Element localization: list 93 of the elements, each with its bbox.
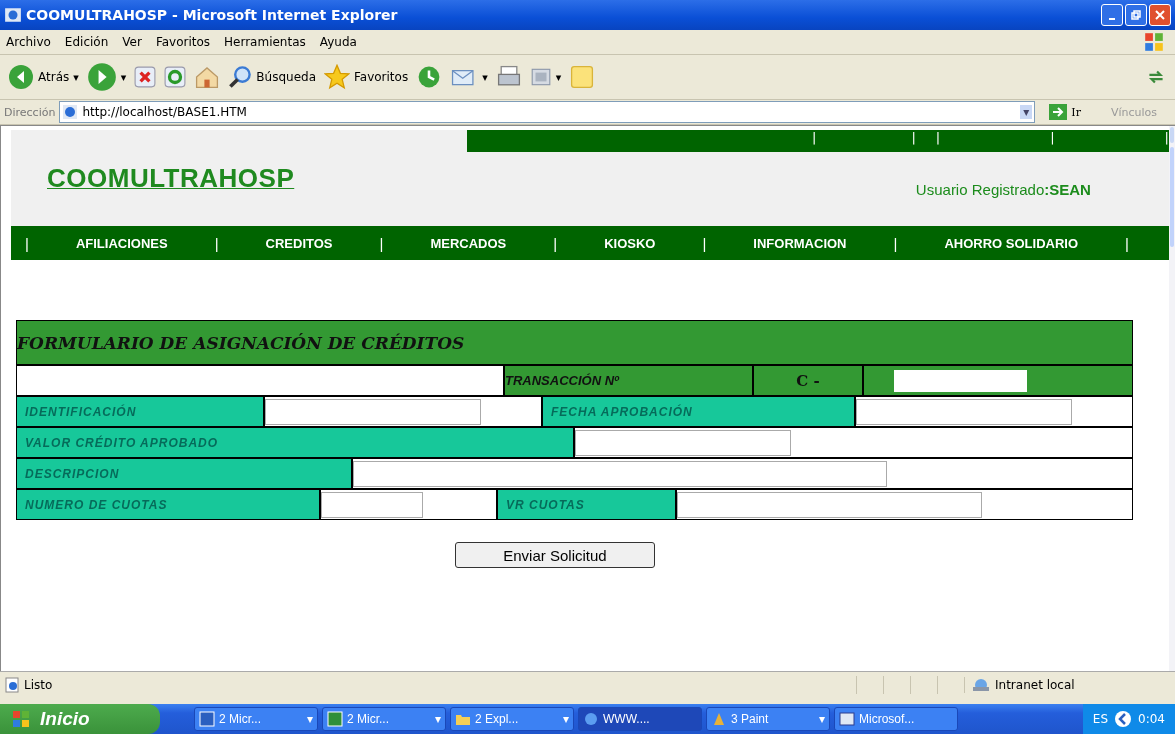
- restore-button[interactable]: [1125, 4, 1147, 26]
- separator-text: |: [812, 130, 817, 147]
- menu-item[interactable]: Ayuda: [319, 35, 357, 49]
- minimize-button[interactable]: [1101, 4, 1123, 26]
- nav-link[interactable]: MERCADOS: [430, 235, 507, 251]
- search-icon: [228, 65, 253, 89]
- input-field[interactable]: [575, 429, 791, 456]
- app-icon: [583, 711, 599, 727]
- nav-link[interactable]: CREDITOS: [265, 235, 333, 251]
- input-field[interactable]: [265, 398, 481, 425]
- input-field[interactable]: [677, 491, 982, 518]
- menu-item[interactable]: Archivo: [6, 35, 51, 49]
- taskbar-button[interactable]: 3 Paint ▾: [706, 707, 830, 731]
- nav-separator: |: [553, 234, 558, 252]
- menu-item[interactable]: Edición: [64, 35, 109, 49]
- language-indicator[interactable]: ES: [1092, 712, 1109, 726]
- restore-icon: [1131, 10, 1141, 20]
- taskbar-button[interactable]: 2 Micr... ▾: [194, 707, 318, 731]
- nav-link[interactable]: AFILIACIONES: [75, 235, 168, 251]
- user-name: SEAN: [1049, 180, 1091, 198]
- transaction-input[interactable]: [894, 369, 1027, 392]
- back-button[interactable]: Atrás: [8, 64, 70, 90]
- page-icon: [62, 104, 79, 120]
- taskbar-button[interactable]: Microsof...: [834, 707, 958, 731]
- input-field[interactable]: [321, 491, 423, 518]
- forward-icon[interactable]: [86, 62, 117, 92]
- address-label: Dirección: [4, 105, 56, 119]
- input-field[interactable]: [856, 398, 1072, 425]
- browser-icon: [4, 6, 22, 24]
- field-label: DESCRIPCION: [17, 459, 351, 488]
- nav-separator: |: [702, 234, 707, 252]
- dropdown-button[interactable]: ▾: [1020, 105, 1033, 119]
- menu-item[interactable]: Ver: [122, 35, 142, 49]
- close-button[interactable]: [1149, 4, 1171, 26]
- input-field[interactable]: [353, 460, 887, 487]
- submit-button[interactable]: Enviar Solicitud: [454, 542, 655, 568]
- menu-item[interactable]: Herramientas: [224, 35, 306, 49]
- windows-flag-icon: [1143, 31, 1165, 53]
- window-title: COOMULTRAHOSP - Microsoft Internet Explorer: [26, 7, 399, 23]
- dropdown-caret[interactable]: ▾: [482, 70, 488, 84]
- search-button[interactable]: Búsqueda: [228, 65, 316, 89]
- field-label: FECHA APROBACIÓN: [543, 397, 854, 426]
- window-icon[interactable]: [529, 66, 552, 88]
- nav-separator: |: [25, 234, 29, 252]
- user-colon: :: [1044, 180, 1050, 198]
- taskbar-button[interactable]: WWW....: [578, 707, 702, 731]
- transaction-prefix: C -: [754, 366, 862, 395]
- field-label: IDENTIFICACIÓN: [17, 397, 263, 426]
- close-icon: [1155, 10, 1165, 20]
- nav-link[interactable]: AHORRO SOLIDARIO: [944, 235, 1079, 251]
- app-icon: [199, 711, 215, 727]
- note-icon[interactable]: [569, 64, 596, 90]
- stop-icon[interactable]: [134, 66, 157, 88]
- nav-separator: |: [893, 234, 898, 252]
- home-icon[interactable]: [194, 64, 221, 90]
- nav-link[interactable]: KIOSKO: [604, 235, 656, 251]
- nav-separator: |: [379, 234, 384, 252]
- separator-text: |: [911, 130, 916, 147]
- separator-text: |: [1050, 130, 1055, 147]
- clock: 0:04: [1138, 712, 1165, 726]
- dropdown-caret[interactable]: ▾: [555, 70, 562, 84]
- minimize-icon: [1109, 18, 1115, 20]
- dropdown-caret[interactable]: ▾: [120, 70, 127, 84]
- field-label: VR CUOTAS: [498, 490, 675, 519]
- star-icon: [324, 64, 350, 90]
- separator-text: |: [935, 130, 941, 147]
- menu-item[interactable]: Favoritos: [155, 35, 211, 49]
- site-logo[interactable]: COOMULTRAHOSP: [47, 162, 295, 194]
- separator-text: |: [1164, 130, 1169, 147]
- refresh-icon[interactable]: [164, 66, 187, 88]
- status-text: Listo: [24, 678, 53, 692]
- page-icon: [4, 677, 20, 693]
- address-field[interactable]: http://localhost/BASE1.HTM ▾: [59, 101, 1036, 123]
- user-label: Usuario Registrado: [915, 180, 1045, 198]
- network-icon: [971, 677, 991, 693]
- taskbar-button[interactable]: 2 Expl... ▾: [450, 707, 574, 731]
- form-title: FORMULARIO DE ASIGNACIÓN DE CRÉDITOS: [17, 321, 1132, 364]
- app-icon: [839, 711, 855, 727]
- scroll-thumb[interactable]: [1169, 147, 1174, 247]
- app-icon: [327, 711, 343, 727]
- go-button[interactable]: Ir: [1043, 103, 1087, 121]
- app-icon: [711, 711, 727, 727]
- transaction-label: TRANSACCIÓN Nº: [505, 366, 752, 395]
- taskbar-button[interactable]: 2 Micr... ▾: [322, 707, 446, 731]
- field-label: VALOR CRÉDITO APROBADO: [17, 428, 573, 457]
- zone-text: Intranet local: [995, 678, 1075, 692]
- dropdown-caret[interactable]: ▾: [73, 70, 79, 84]
- windows-flag-icon: [10, 709, 32, 729]
- favorites-button[interactable]: Favoritos: [324, 64, 409, 90]
- nav-link[interactable]: INFORMACION: [753, 235, 847, 251]
- nav-separator: |: [214, 234, 219, 252]
- field-label: NUMERO DE CUOTAS: [17, 490, 319, 519]
- nav-separator: |: [1125, 234, 1129, 252]
